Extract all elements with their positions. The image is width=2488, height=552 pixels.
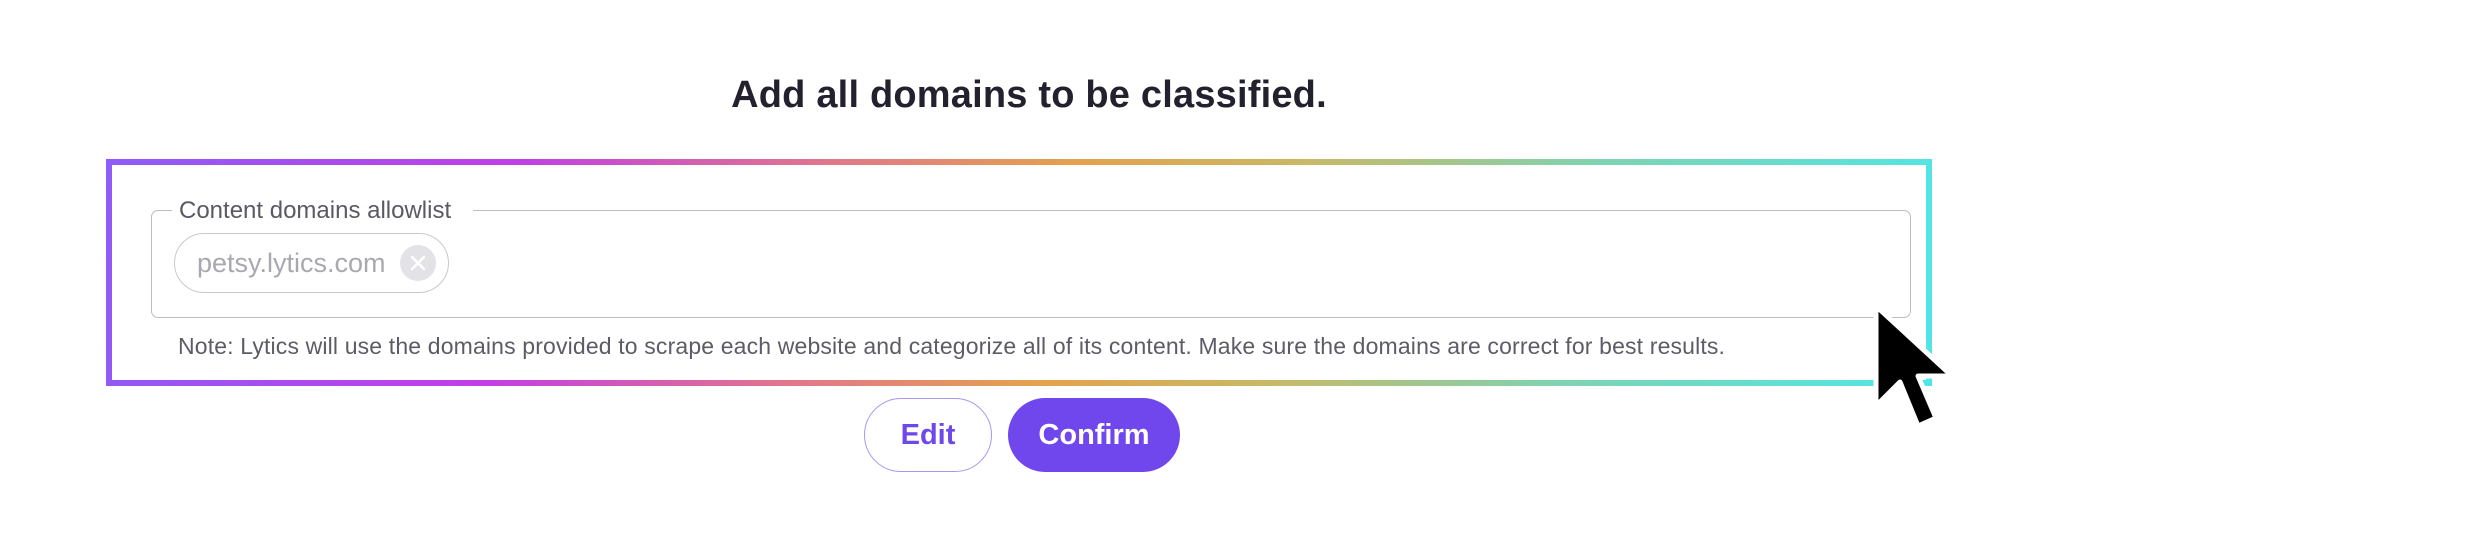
close-circle-icon[interactable] (399, 245, 436, 281)
confirm-button[interactable]: Confirm (1008, 398, 1180, 472)
page-title: Add all domains to be classified. (731, 74, 1327, 116)
helper-note: Note: Lytics will use the domains provid… (178, 333, 1726, 359)
field-label: Content domains allowlist (172, 197, 474, 225)
mouse-pointer-icon (1873, 303, 1955, 429)
edit-button[interactable]: Edit (864, 398, 992, 472)
domain-chip[interactable]: petsy.lytics.com (174, 233, 449, 293)
domain-chip-label: petsy.lytics.com (197, 247, 386, 278)
domains-allowlist-field[interactable]: Content domains allowlist petsy.lytics.c… (151, 197, 1911, 318)
highlight-frame: Content domains allowlist petsy.lytics.c… (106, 159, 1932, 386)
